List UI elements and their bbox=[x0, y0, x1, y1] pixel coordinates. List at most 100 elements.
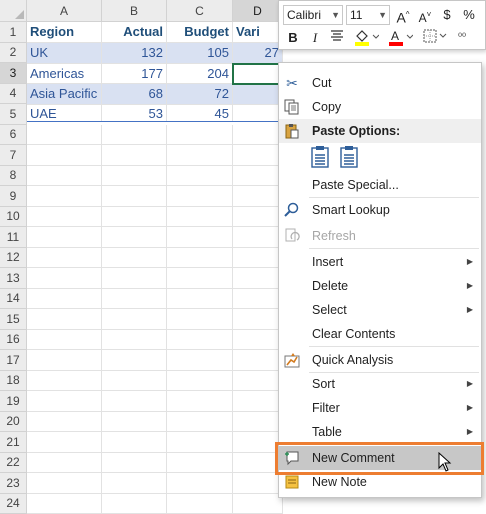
empty-cell[interactable] bbox=[167, 391, 233, 412]
row-header-23[interactable]: 23 bbox=[0, 473, 27, 494]
font-name-select[interactable]: Calibri ▼ bbox=[283, 5, 343, 25]
row-header-15[interactable]: 15 bbox=[0, 309, 27, 330]
header-cell-budget[interactable]: Budget bbox=[167, 22, 233, 43]
cell-actual-americas[interactable]: 177 bbox=[102, 64, 167, 84]
empty-cell[interactable] bbox=[167, 330, 233, 351]
menu-item-quick-analysis[interactable]: Quick Analysis bbox=[279, 348, 481, 372]
bold-button[interactable]: B bbox=[283, 28, 303, 48]
empty-cell[interactable] bbox=[167, 350, 233, 371]
row-header-17[interactable]: 17 bbox=[0, 350, 27, 371]
cell-actual-uk[interactable]: 132 bbox=[102, 43, 167, 64]
empty-cell[interactable] bbox=[27, 330, 102, 351]
empty-cell[interactable] bbox=[233, 473, 283, 494]
empty-cell[interactable] bbox=[167, 145, 233, 166]
menu-item-select[interactable]: Select ▶ bbox=[279, 298, 481, 322]
menu-item-filter[interactable]: Filter ▶ bbox=[279, 396, 481, 420]
empty-cell[interactable] bbox=[233, 207, 283, 228]
select-all-corner[interactable] bbox=[0, 0, 27, 22]
empty-cell[interactable] bbox=[233, 309, 283, 330]
column-header-d[interactable]: D bbox=[233, 0, 283, 22]
row-header-19[interactable]: 19 bbox=[0, 391, 27, 412]
align-center-button[interactable] bbox=[327, 28, 347, 48]
menu-item-cut[interactable]: ✂ Cut bbox=[279, 71, 481, 95]
row-header-11[interactable]: 11 bbox=[0, 227, 27, 248]
menu-item-refresh[interactable]: Refresh bbox=[279, 224, 481, 248]
header-cell-region[interactable]: Region bbox=[27, 22, 102, 43]
empty-cell[interactable] bbox=[27, 494, 102, 514]
menu-item-sort[interactable]: Sort ▶ bbox=[279, 372, 481, 396]
empty-cell[interactable] bbox=[27, 371, 102, 392]
empty-cell[interactable] bbox=[27, 248, 102, 269]
paste-values-icon[interactable] bbox=[338, 145, 360, 169]
menu-item-delete[interactable]: Delete ▶ bbox=[279, 274, 481, 298]
empty-cell[interactable] bbox=[102, 371, 167, 392]
empty-cell[interactable] bbox=[233, 227, 283, 248]
empty-cell[interactable] bbox=[233, 494, 283, 514]
empty-cell[interactable] bbox=[27, 207, 102, 228]
empty-cell[interactable] bbox=[27, 166, 102, 187]
row-header-4[interactable]: 4 bbox=[0, 84, 27, 105]
menu-item-copy[interactable]: Copy bbox=[279, 95, 481, 119]
column-header-c[interactable]: C bbox=[167, 0, 233, 22]
row-header-24[interactable]: 24 bbox=[0, 494, 27, 514]
fill-color-button[interactable] bbox=[351, 28, 381, 48]
row-header-10[interactable]: 10 bbox=[0, 207, 27, 228]
empty-cell[interactable] bbox=[233, 166, 283, 187]
menu-item-insert[interactable]: Insert ▶ bbox=[279, 250, 481, 274]
empty-cell[interactable] bbox=[167, 432, 233, 453]
cell-budget-asia-pacific[interactable]: 72 bbox=[167, 84, 233, 105]
row-header-22[interactable]: 22 bbox=[0, 453, 27, 474]
row-header-20[interactable]: 20 bbox=[0, 412, 27, 433]
font-size-select[interactable]: 11 ▼ bbox=[346, 5, 390, 25]
empty-cell[interactable] bbox=[102, 432, 167, 453]
empty-cell[interactable] bbox=[102, 473, 167, 494]
empty-cell[interactable] bbox=[102, 227, 167, 248]
row-header-2[interactable]: 2 bbox=[0, 43, 27, 64]
percent-button[interactable]: % bbox=[459, 5, 479, 25]
empty-cell[interactable] bbox=[167, 248, 233, 269]
cell-actual-uae[interactable]: 53 bbox=[102, 105, 167, 122]
empty-cell[interactable] bbox=[102, 248, 167, 269]
header-cell-variance[interactable]: Vari bbox=[233, 22, 283, 43]
cell-variance-asia-pacific[interactable] bbox=[233, 84, 283, 105]
empty-cell[interactable] bbox=[102, 207, 167, 228]
empty-cell[interactable] bbox=[167, 309, 233, 330]
empty-cell[interactable] bbox=[167, 186, 233, 207]
empty-cell[interactable] bbox=[233, 186, 283, 207]
empty-cell[interactable] bbox=[27, 432, 102, 453]
italic-button[interactable]: I bbox=[305, 28, 325, 48]
shrink-font-button[interactable]: A˅ bbox=[415, 5, 435, 25]
row-header-8[interactable]: 8 bbox=[0, 166, 27, 187]
menu-item-paste-special[interactable]: Paste Special... bbox=[279, 173, 481, 197]
paste-icon[interactable] bbox=[309, 145, 331, 169]
row-header-14[interactable]: 14 bbox=[0, 289, 27, 310]
empty-cell[interactable] bbox=[27, 289, 102, 310]
empty-cell[interactable] bbox=[27, 268, 102, 289]
empty-cell[interactable] bbox=[233, 125, 283, 146]
row-header-9[interactable]: 9 bbox=[0, 186, 27, 207]
row-header-12[interactable]: 12 bbox=[0, 248, 27, 269]
empty-cell[interactable] bbox=[167, 227, 233, 248]
empty-cell[interactable] bbox=[27, 145, 102, 166]
empty-cell[interactable] bbox=[102, 309, 167, 330]
empty-cell[interactable] bbox=[102, 391, 167, 412]
empty-cell[interactable] bbox=[27, 453, 102, 474]
empty-cell[interactable] bbox=[102, 350, 167, 371]
empty-cell[interactable] bbox=[102, 145, 167, 166]
cell-variance-uk[interactable]: 27 bbox=[233, 43, 283, 64]
format-painter-button[interactable]: ⁰⁰ bbox=[455, 28, 475, 48]
empty-cell[interactable] bbox=[27, 227, 102, 248]
empty-cell[interactable] bbox=[167, 125, 233, 146]
cell-actual-asia-pacific[interactable]: 68 bbox=[102, 84, 167, 105]
empty-cell[interactable] bbox=[233, 412, 283, 433]
empty-cell[interactable] bbox=[27, 125, 102, 146]
cell-region-uae[interactable]: UAE bbox=[27, 105, 102, 122]
empty-cell[interactable] bbox=[233, 391, 283, 412]
empty-cell[interactable] bbox=[167, 207, 233, 228]
empty-cell[interactable] bbox=[102, 268, 167, 289]
menu-item-clear-contents[interactable]: Clear Contents bbox=[279, 322, 481, 346]
empty-cell[interactable] bbox=[167, 453, 233, 474]
empty-cell[interactable] bbox=[167, 371, 233, 392]
empty-cell[interactable] bbox=[27, 186, 102, 207]
empty-cell[interactable] bbox=[27, 412, 102, 433]
